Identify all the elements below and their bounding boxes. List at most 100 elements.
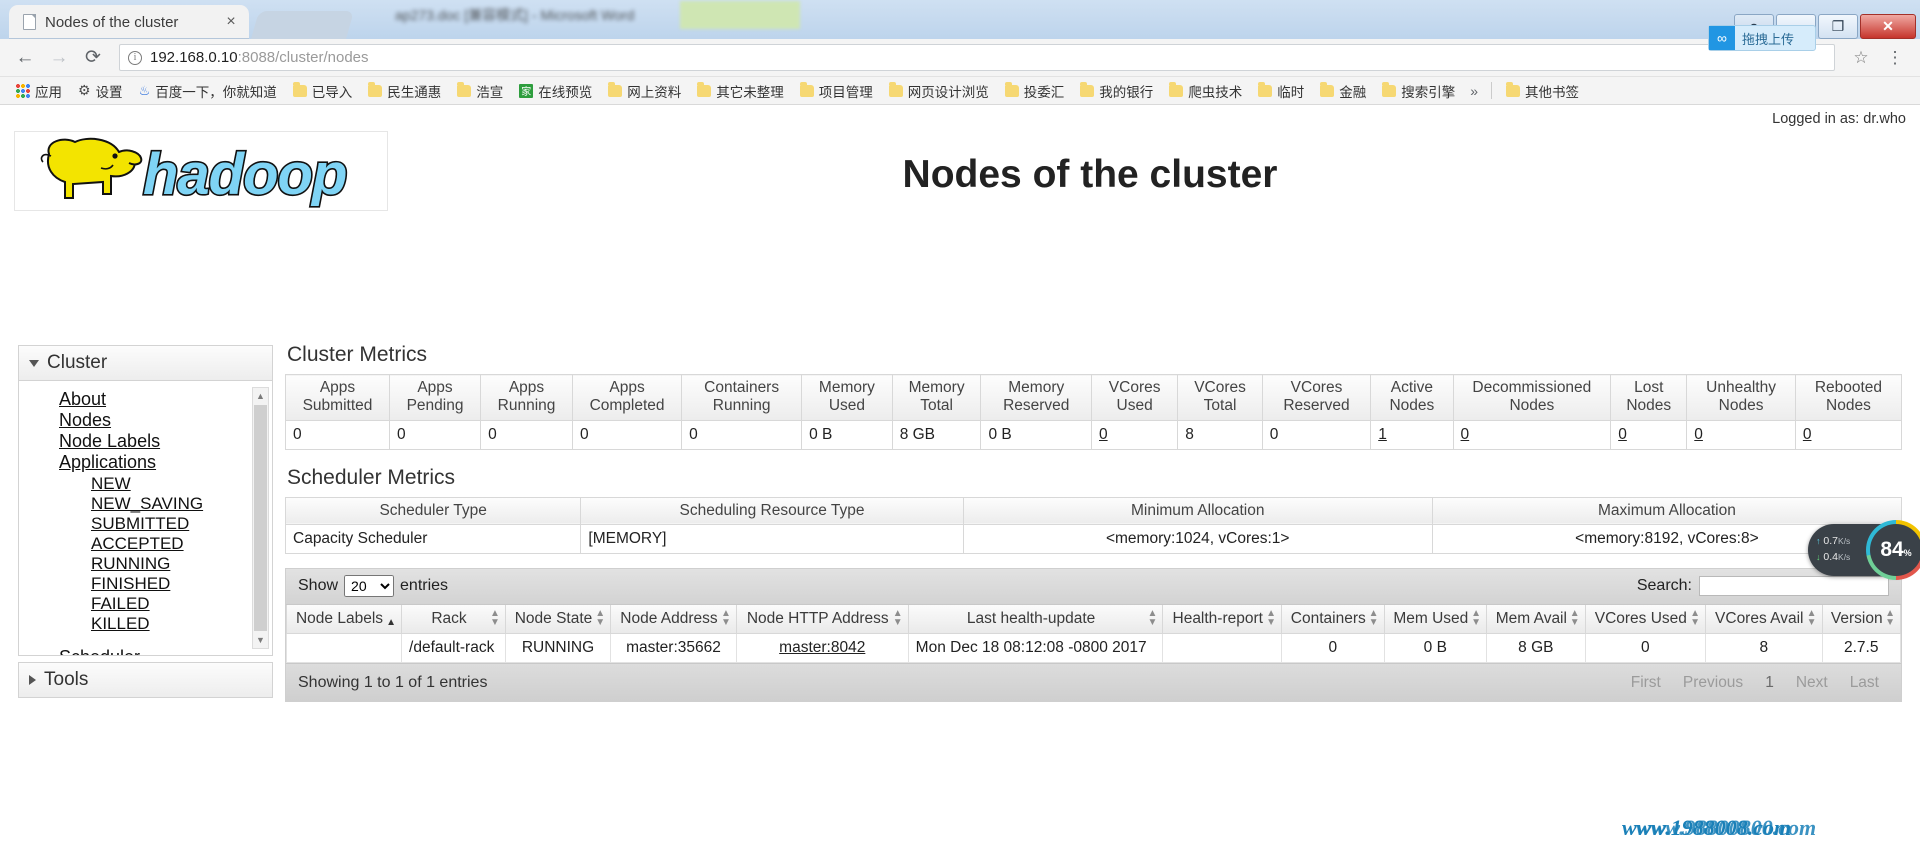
bookmark-folder[interactable]: 项目管理 [792, 80, 881, 102]
col-memory-used: Memory Used [801, 374, 893, 421]
table-header-row: Node Labels ▲ Rack ▲ ▼ Node State ▲ ▼ Node Ad… [285, 604, 1901, 635]
bookmark-label: 爬虫技术 [1188, 84, 1243, 100]
link-vcores-used[interactable]: 0 [1099, 426, 1108, 443]
page-title: Nodes of the cluster [902, 153, 1278, 196]
col-last-health-update[interactable]: Last health-update ▲ ▼ [907, 604, 1164, 635]
sort-icon: ▲ ▼ [1690, 608, 1701, 629]
sidebar-item-submitted[interactable]: SUBMITTED [91, 514, 272, 533]
col-node-http-address[interactable]: Node HTTP Address ▲ ▼ [735, 604, 909, 635]
bookmark-folder[interactable]: 其它未整理 [689, 80, 792, 102]
url-path: :8088/cluster/nodes [237, 49, 369, 66]
back-icon[interactable]: ← [10, 43, 40, 73]
sidebar-item-new[interactable]: NEW [91, 474, 272, 493]
pagination: First Previous 1 Next Last [1621, 672, 1889, 694]
bookmark-folder[interactable]: 民生通惠 [360, 80, 449, 102]
apps-grid-icon [16, 83, 30, 98]
bookmark-other-bookmarks[interactable]: 其他书签 [1498, 80, 1587, 102]
col-mem-used[interactable]: Mem Used ▲ ▼ [1383, 604, 1488, 635]
sidebar-item-about[interactable]: About [59, 389, 272, 409]
col-vcores-used[interactable]: VCores Used ▲ ▼ [1584, 604, 1707, 635]
gear-icon: ⚙ [78, 82, 91, 98]
col-mem-avail[interactable]: Mem Avail ▲ ▼ [1486, 604, 1586, 635]
address-bar[interactable]: i 192.168.0.10:8088/cluster/nodes [119, 44, 1835, 71]
val-containers-running: 0 [681, 419, 803, 450]
sidebar-item-node-labels[interactable]: Node Labels [59, 431, 272, 451]
bookmark-apps[interactable]: 应用 [8, 80, 70, 102]
bookmark-folder[interactable]: 我的银行 [1072, 80, 1161, 102]
search-input[interactable] [1699, 576, 1889, 597]
col-rack[interactable]: Rack ▲ ▼ [401, 604, 506, 635]
bookmark-folder[interactable]: 爬虫技术 [1161, 80, 1250, 102]
bookmark-folder[interactable]: 临时 [1250, 80, 1312, 102]
val-memory-used: 0 B [801, 419, 893, 450]
col-node-state[interactable]: Node State ▲ ▼ [504, 604, 612, 635]
sidebar-item-accepted[interactable]: ACCEPTED [91, 534, 272, 553]
page-previous[interactable]: Previous [1673, 672, 1753, 694]
drag-upload-badge[interactable]: ∞ 拖拽上传 [1708, 25, 1816, 51]
sidebar-tools-header[interactable]: Tools [18, 662, 273, 698]
col-node-address[interactable]: Node Address ▲ ▼ [610, 604, 737, 635]
sort-icon: ▲ ▼ [1569, 608, 1580, 629]
bookmark-folder[interactable]: 搜索引擎 [1374, 80, 1463, 102]
bookmark-folder[interactable]: 网上资料 [600, 80, 689, 102]
page-next[interactable]: Next [1786, 672, 1838, 694]
table-header-row: Apps Submitted Apps Pending Apps Running… [285, 374, 1903, 421]
col-vcores-used: VCores Used [1090, 374, 1179, 421]
sort-icon: ▲ ▼ [1266, 608, 1277, 629]
bookmark-folder[interactable]: 浩宣 [449, 80, 511, 102]
link-node-http-address[interactable]: master:8042 [779, 639, 865, 656]
sidebar-item-scheduler[interactable]: Scheduler [59, 647, 272, 655]
sidebar-cluster-header[interactable]: Cluster [18, 345, 273, 381]
bookmark-star-icon[interactable]: ☆ [1846, 43, 1876, 73]
scroll-up-icon[interactable]: ▲ [253, 388, 268, 404]
col-version[interactable]: Version ▲ ▼ [1821, 604, 1901, 635]
link-decommissioned-nodes[interactable]: 0 [1461, 426, 1470, 443]
close-tab-icon[interactable]: × [221, 13, 241, 31]
folder-icon [1004, 81, 1019, 97]
navigation-bar: ← → ⟳ i 192.168.0.10:8088/cluster/nodes … [0, 39, 1920, 77]
restore-button[interactable]: ❐ [1818, 14, 1858, 39]
col-health-report[interactable]: Health-report ▲ ▼ [1162, 604, 1283, 635]
bookmark-online-preview[interactable]: 家 在线预览 [511, 80, 600, 102]
sidebar-scrollbar[interactable]: ▲ ▼ [252, 387, 269, 649]
sidebar-item-finished[interactable]: FINISHED [91, 574, 272, 593]
sidebar-item-applications[interactable]: Applications [59, 452, 272, 472]
browser-menu-icon[interactable]: ⋮ [1880, 43, 1910, 73]
page-last[interactable]: Last [1840, 672, 1889, 694]
col-vcores-avail[interactable]: VCores Avail ▲ ▼ [1705, 604, 1823, 635]
bookmark-folder[interactable]: 网页设计浏览 [881, 80, 997, 102]
bookmark-folder[interactable]: 金融 [1312, 80, 1374, 102]
browser-tab-active[interactable]: Nodes of the cluster × [9, 5, 249, 39]
reload-icon[interactable]: ⟳ [78, 43, 108, 73]
sidebar-item-nodes[interactable]: Nodes [59, 410, 272, 430]
url-text: 192.168.0.10:8088/cluster/nodes [150, 49, 369, 66]
page-icon [23, 14, 36, 30]
col-vcores-total: VCores Total [1177, 374, 1263, 421]
link-active-nodes[interactable]: 1 [1378, 426, 1387, 443]
link-unhealthy-nodes[interactable]: 0 [1694, 426, 1703, 443]
bookmarks-overflow-icon[interactable]: » [1463, 83, 1485, 99]
close-window-button[interactable]: ✕ [1860, 14, 1916, 39]
col-node-labels[interactable]: Node Labels ▲ [285, 604, 403, 635]
sidebar-item-new-saving[interactable]: NEW_SAVING [91, 494, 272, 513]
sidebar-item-killed[interactable]: KILLED [91, 614, 272, 633]
page-length-select[interactable]: 20 40 60 100 [344, 575, 395, 598]
col-containers[interactable]: Containers ▲ ▼ [1281, 604, 1385, 635]
site-info-icon[interactable]: i [128, 50, 142, 65]
page-1[interactable]: 1 [1755, 672, 1784, 694]
system-monitor-widget[interactable]: ↑ 0.7K/s ↓ 0.4K/s 84% [1808, 520, 1920, 580]
page-first[interactable]: First [1621, 672, 1671, 694]
scrollbar-thumb[interactable] [254, 405, 267, 631]
sidebar-item-running[interactable]: RUNNING [91, 554, 272, 573]
page-length-control: Show 20 40 60 100 entries [298, 575, 448, 598]
sidebar-item-failed[interactable]: FAILED [91, 594, 272, 613]
forward-icon[interactable]: → [44, 43, 74, 73]
bookmark-settings[interactable]: ⚙ 设置 [70, 80, 131, 102]
bookmark-folder[interactable]: 已导入 [285, 80, 361, 102]
new-tab-button[interactable] [250, 11, 355, 39]
bookmark-folder[interactable]: 投委汇 [997, 80, 1073, 102]
scroll-down-icon[interactable]: ▼ [253, 632, 268, 648]
link-rebooted-nodes[interactable]: 0 [1803, 426, 1812, 443]
bookmark-baidu[interactable]: ♨ 百度一下，你就知道 [131, 80, 285, 102]
link-lost-nodes[interactable]: 0 [1618, 426, 1627, 443]
